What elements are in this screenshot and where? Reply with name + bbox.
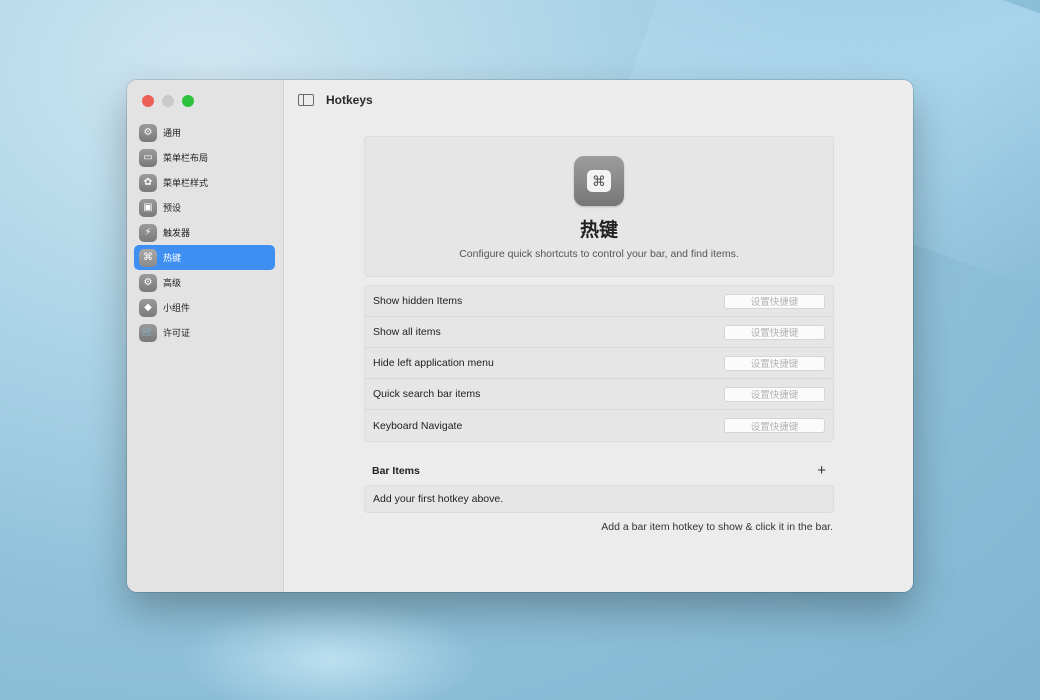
add-bar-item-button[interactable]: + (817, 463, 826, 478)
advanced-gears-icon: ⚙ (139, 273, 157, 292)
shortcut-recorder[interactable]: 设置快捷键 (724, 355, 825, 371)
preset-icon: ▣ (139, 198, 157, 217)
minimize-button[interactable] (162, 95, 174, 107)
shortcut-recorder[interactable]: 设置快捷键 (724, 324, 825, 340)
bolt-icon: ⚡ (139, 223, 157, 242)
hotkey-label: Show all items (373, 326, 441, 338)
sidebar-item-label: 许可证 (163, 328, 191, 338)
sidebar-item-hotkeys[interactable]: ⌘ 热键 (134, 245, 275, 270)
window-controls (142, 95, 194, 107)
sidebar-nav: ⚙ 通用 ▭ 菜单栏布局 ✿ 菜单栏样式 ▣ 预设 ⚡ 触发器 ⌘ 热键 ⚙ 高… (134, 120, 275, 345)
hero-subtitle: Configure quick shortcuts to control you… (459, 248, 739, 260)
cart-icon: 🛒 (139, 323, 157, 342)
sidebar-item-menubar-layout[interactable]: ▭ 菜单栏布局 (134, 145, 275, 170)
sidebar-item-presets[interactable]: ▣ 预设 (134, 195, 275, 220)
zoom-button[interactable] (182, 95, 194, 107)
hotkey-row-show-hidden: Show hidden Items 设置快捷键 (365, 286, 833, 317)
sidebar-item-menubar-style[interactable]: ✿ 菜单栏样式 (134, 170, 275, 195)
sidebar-item-license[interactable]: 🛒 许可证 (134, 320, 275, 345)
shortcut-recorder[interactable]: 设置快捷键 (724, 293, 825, 309)
gear-icon: ⚙ (139, 123, 157, 142)
section-title: Bar Items (372, 464, 420, 477)
menubar-layout-icon: ▭ (139, 148, 157, 167)
hero-icon-tile: ⌘ (574, 156, 624, 206)
sidebar-item-label: 菜单栏布局 (163, 153, 209, 163)
shortcut-recorder[interactable]: 设置快捷键 (724, 418, 825, 433)
bar-items-header: Bar Items + (372, 463, 826, 478)
close-button[interactable] (142, 95, 154, 107)
wallpaper-highlight-lower (180, 600, 480, 700)
sidebar-item-triggers[interactable]: ⚡ 触发器 (134, 220, 275, 245)
hotkey-label: Show hidden Items (373, 295, 463, 307)
command-key-icon: ⌘ (139, 248, 157, 267)
sidebar-toggle-icon[interactable] (298, 94, 314, 106)
hotkey-row-show-all: Show all items 设置快捷键 (365, 317, 833, 348)
sidebar-item-label: 高级 (163, 278, 182, 288)
hotkey-row-quick-search: Quick search bar items 设置快捷键 (365, 379, 833, 410)
sidebar-item-label: 菜单栏样式 (163, 178, 209, 188)
hero-card: ⌘ 热键 Configure quick shortcuts to contro… (364, 136, 834, 277)
palette-icon: ✿ (139, 173, 157, 192)
sidebar: ⚙ 通用 ▭ 菜单栏布局 ✿ 菜单栏样式 ▣ 预设 ⚡ 触发器 ⌘ 热键 ⚙ 高… (127, 80, 284, 592)
sidebar-item-label: 小组件 (163, 303, 191, 313)
hotkey-label: Keyboard Navigate (373, 419, 463, 432)
hotkey-label: Quick search bar items (373, 388, 481, 400)
settings-window: ⚙ 通用 ▭ 菜单栏布局 ✿ 菜单栏样式 ▣ 预设 ⚡ 触发器 ⌘ 热键 ⚙ 高… (127, 80, 913, 592)
hotkey-row-hide-app-menu: Hide left application menu 设置快捷键 (365, 348, 833, 379)
sidebar-item-label: 通用 (163, 128, 182, 138)
shortcut-recorder[interactable]: 设置快捷键 (724, 386, 825, 402)
sidebar-item-general[interactable]: ⚙ 通用 (134, 120, 275, 145)
hotkey-row-keyboard-navigate: Keyboard Navigate 设置快捷键 (365, 410, 833, 441)
sidebar-item-label: 预设 (163, 203, 182, 213)
bar-items-empty-state: Add your first hotkey above. (364, 485, 834, 513)
hotkey-list: Show hidden Items 设置快捷键 Show all items 设… (364, 285, 834, 442)
bar-items-hint: Add a bar item hotkey to show & click it… (601, 521, 833, 533)
hero-title: 热键 (579, 220, 618, 241)
sidebar-item-label: 触发器 (163, 228, 191, 238)
sidebar-item-widgets[interactable]: ◆ 小组件 (134, 295, 275, 320)
hotkey-label: Hide left application menu (373, 357, 494, 369)
main-content: Hotkeys ⌘ 热键 Configure quick shortcuts t… (284, 80, 913, 592)
sidebar-item-advanced[interactable]: ⚙ 高级 (134, 270, 275, 295)
page-title: Hotkeys (326, 93, 373, 107)
cube-icon: ◆ (139, 298, 157, 317)
command-key-icon: ⌘ (587, 170, 611, 192)
sidebar-item-label: 热键 (163, 253, 182, 263)
titlebar: Hotkeys (284, 80, 913, 120)
